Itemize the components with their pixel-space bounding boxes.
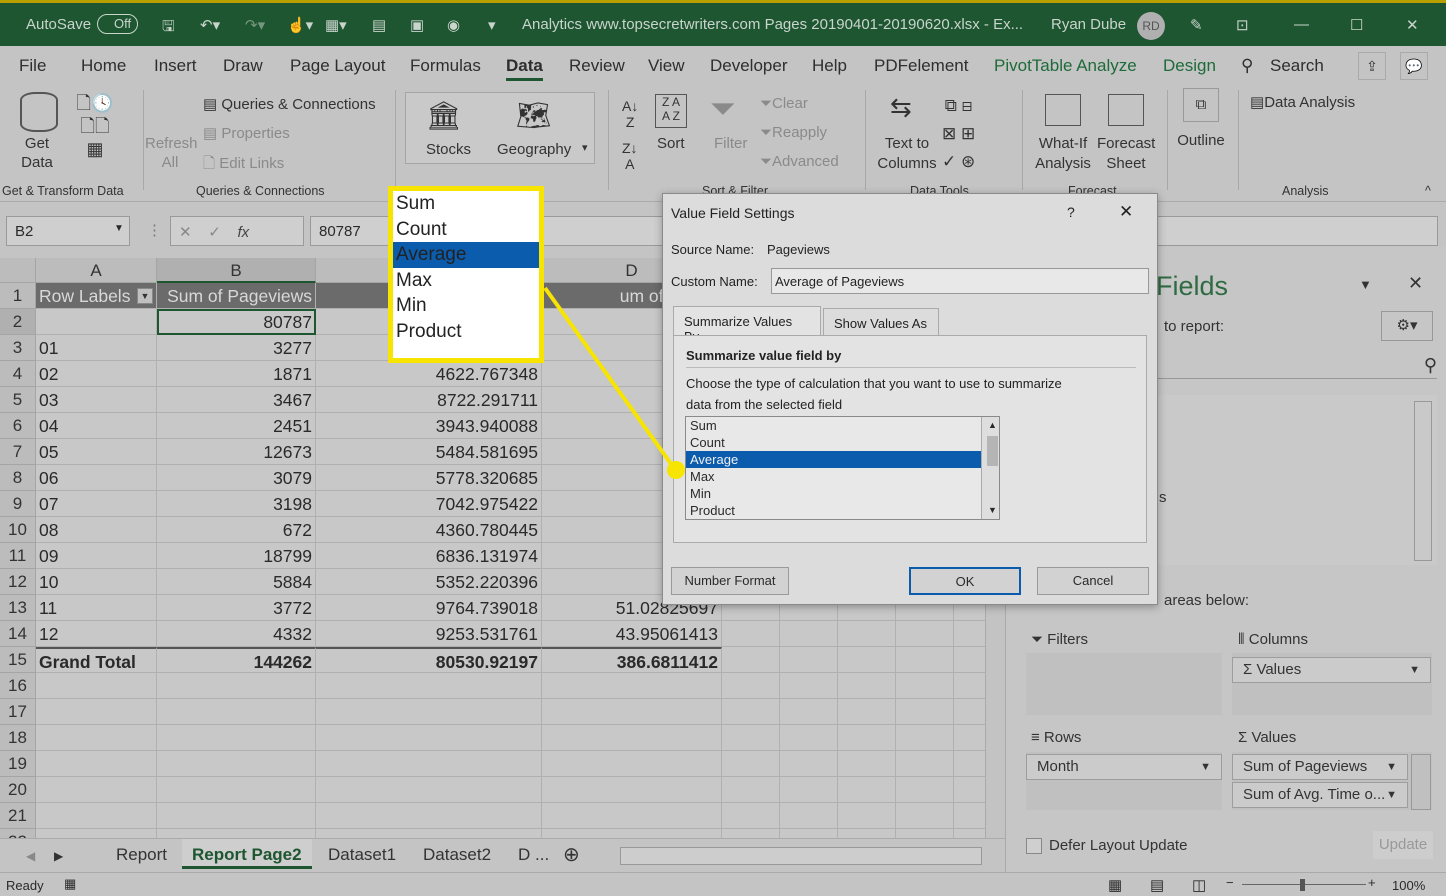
option-product[interactable]: Product [393, 319, 539, 345]
callout-connector [543, 286, 685, 479]
callout-dot [667, 461, 685, 479]
option-sum[interactable]: Sum [393, 191, 539, 217]
callout-line [543, 286, 676, 470]
option-count[interactable]: Count [393, 217, 539, 243]
option-min[interactable]: Min [393, 293, 539, 319]
callout-zoomed-list: Sum Count Average Max Min Product [388, 186, 544, 363]
option-average[interactable]: Average [393, 242, 539, 268]
option-max[interactable]: Max [393, 268, 539, 294]
